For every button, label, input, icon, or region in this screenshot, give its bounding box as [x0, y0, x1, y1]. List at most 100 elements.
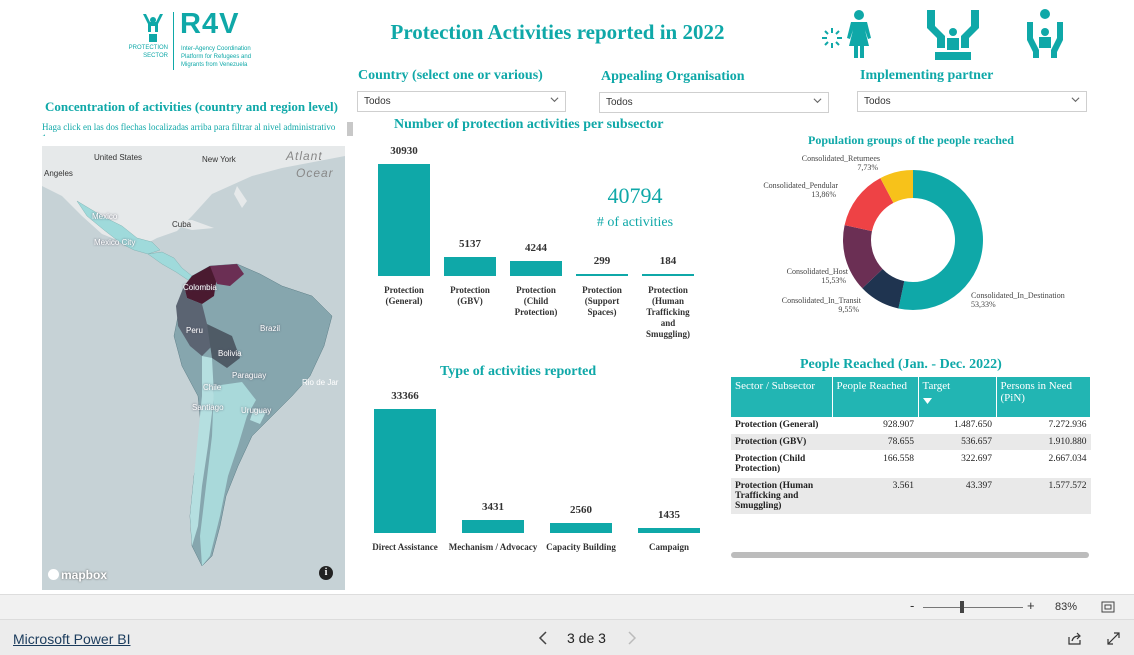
subsector-bar-chart: 30930 Protection (General) 5137 Protection … [370, 135, 710, 350]
table-cell-value: 2.667.034 [996, 450, 1091, 478]
map-label-new-york: New York [202, 155, 236, 164]
country-dropdown-value: Todos [364, 96, 391, 107]
bar-0[interactable] [374, 409, 436, 533]
zoom-slider-thumb[interactable] [960, 601, 964, 613]
map-label-chile: Chile [203, 383, 222, 392]
info-icon[interactable]: i [319, 566, 333, 580]
map-label-santiago: Santiago [192, 403, 224, 412]
col-target-label: Target [922, 380, 951, 392]
col-target[interactable]: Target [918, 377, 997, 417]
table-row[interactable]: Protection (Child Protection) 166.558 322.… [731, 450, 1091, 478]
share-icon[interactable] [1067, 631, 1082, 646]
bar-0[interactable] [378, 164, 430, 276]
donut-label: Consolidated_Host [787, 267, 849, 276]
bar-value-label: 5137 [459, 238, 481, 251]
chevron-down-icon [550, 97, 559, 103]
table-cell-value: 1.910.880 [996, 433, 1091, 451]
chevron-down-icon [813, 98, 822, 104]
powerbi-brand-link[interactable]: Microsoft Power BI [13, 631, 130, 647]
map-title: Concentration of activities (country and… [45, 99, 338, 114]
table-header-row: Sector / Subsector People Reached Target… [731, 377, 1091, 417]
table-row[interactable]: Protection (General) 928.907 1.487.650 7.27… [731, 417, 1091, 434]
map-label-colombia: Colombia [183, 283, 217, 292]
bar-value-label: 33366 [391, 390, 419, 402]
donut-value-label: 15,53% [821, 276, 846, 285]
prev-page-icon[interactable] [538, 631, 548, 645]
bar-1[interactable] [444, 257, 496, 276]
kpi-label: # of activities [596, 215, 674, 230]
donut-label: Consolidated_Returnees [802, 154, 880, 163]
bar-1[interactable] [462, 520, 524, 533]
table-scrollbar[interactable] [731, 552, 1089, 558]
bar-2[interactable] [550, 523, 612, 533]
bar-value-label: 299 [593, 255, 611, 267]
mapbox-attribution[interactable]: mapbox [48, 568, 107, 582]
bar-value-label: 1435 [658, 508, 680, 521]
col-pin[interactable]: Persons in Need (PiN) [996, 377, 1091, 417]
table-cell-value: 166.558 [832, 450, 918, 478]
filter-appealing-label: Appealing Organisation [601, 69, 745, 84]
table-row[interactable]: Protection (Human Trafficking and Smuggl… [731, 477, 1091, 515]
col-people-reached[interactable]: People Reached [832, 377, 919, 417]
table-row[interactable]: Protection (GBV) 78.655 536.657 1.910.880 [731, 433, 1091, 451]
donut-label: Consolidated_Pendular [763, 181, 838, 190]
bar-category-label: Protection (Human Trafficking and Smuggl… [645, 285, 690, 339]
filter-implementing-label: Implementing partner [860, 68, 994, 83]
bar-value-label: 30930 [390, 145, 418, 157]
logo-desc-line3: Migrants from Venezuela [181, 62, 248, 68]
child-protection-icon [1027, 9, 1063, 58]
bar-value-label: 3431 [482, 501, 504, 514]
appealing-org-dropdown[interactable]: Todos [599, 92, 829, 113]
map-label-mexico-city: Mexico City [94, 238, 136, 247]
table-cell-sector: Protection (Child Protection) [731, 450, 832, 478]
map-hint: Haga click en las dos flechas localizada… [42, 122, 336, 136]
powerbi-footer: Microsoft Power BI 3 de 3 [0, 619, 1134, 655]
logo-sector-line1: PROTECTION [128, 45, 168, 51]
protecting-hands-icon [927, 10, 979, 60]
bar-category-label: Mechanism / Advocacy [448, 542, 538, 552]
mapbox-label: mapbox [61, 568, 108, 582]
zoom-slider-track[interactable] [923, 607, 1023, 608]
bar-category-label: Protection (Child Protection) [514, 285, 558, 317]
table-cell-value: 78.655 [832, 433, 918, 451]
protection-people-icon [143, 14, 163, 42]
bar-category-label: Protection (General) [384, 285, 424, 306]
map-label-uruguay: Uruguay [241, 406, 272, 415]
next-page-icon[interactable] [627, 631, 637, 645]
map-label-bolivia: Bolivia [218, 349, 242, 358]
hint-scrollbar[interactable] [347, 122, 353, 136]
woman-icon [822, 10, 871, 58]
donut-value-label: 7,73% [857, 163, 878, 172]
fit-to-page-icon[interactable] [1101, 601, 1115, 613]
zoom-out-button[interactable]: - [910, 598, 914, 613]
bar-value-label: 184 [659, 255, 677, 267]
zoom-in-button[interactable]: + [1027, 598, 1035, 613]
bar-3[interactable] [576, 274, 628, 276]
bar-category-label: Capacity Building [546, 542, 616, 552]
implementing-partner-dropdown[interactable]: Todos [857, 91, 1087, 112]
bar-category-label: Protection (Support Spaces) [582, 285, 622, 317]
table-cell-value: 928.907 [832, 417, 918, 434]
country-dropdown[interactable]: Todos [357, 91, 566, 112]
map-label-cuba: Cuba [172, 220, 192, 229]
logo-r4v-text: R4V [180, 8, 240, 40]
donut-title: Population groups of the people reached [808, 133, 1014, 147]
bar-category-label: Campaign [648, 542, 689, 552]
bar-4[interactable] [642, 274, 694, 276]
bar-category-label: Direct Assistance [372, 542, 438, 552]
map-label-paraguay: Paraguay [232, 371, 267, 380]
table-cell-value: 43.397 [918, 477, 996, 515]
map-label-rio: Rio de Jar [302, 378, 339, 387]
fullscreen-icon[interactable] [1106, 631, 1121, 646]
bar-category-label: Protection (GBV) [450, 285, 490, 306]
bar-3[interactable] [638, 527, 700, 533]
map-label-ocean: Ocear [296, 166, 334, 180]
bar-2[interactable] [510, 260, 562, 276]
kpi-value: 40794 [607, 183, 663, 208]
appealing-org-dropdown-value: Todos [606, 97, 633, 108]
map-view[interactable]: United States New York Atlant Ocear Ange… [42, 146, 345, 590]
map-label-brazil: Brazil [260, 324, 281, 333]
page-title: Protection Activities reported in 2022 [390, 20, 725, 44]
col-sector[interactable]: Sector / Subsector [731, 377, 833, 417]
donut-value-label: 53,33% [971, 300, 996, 309]
